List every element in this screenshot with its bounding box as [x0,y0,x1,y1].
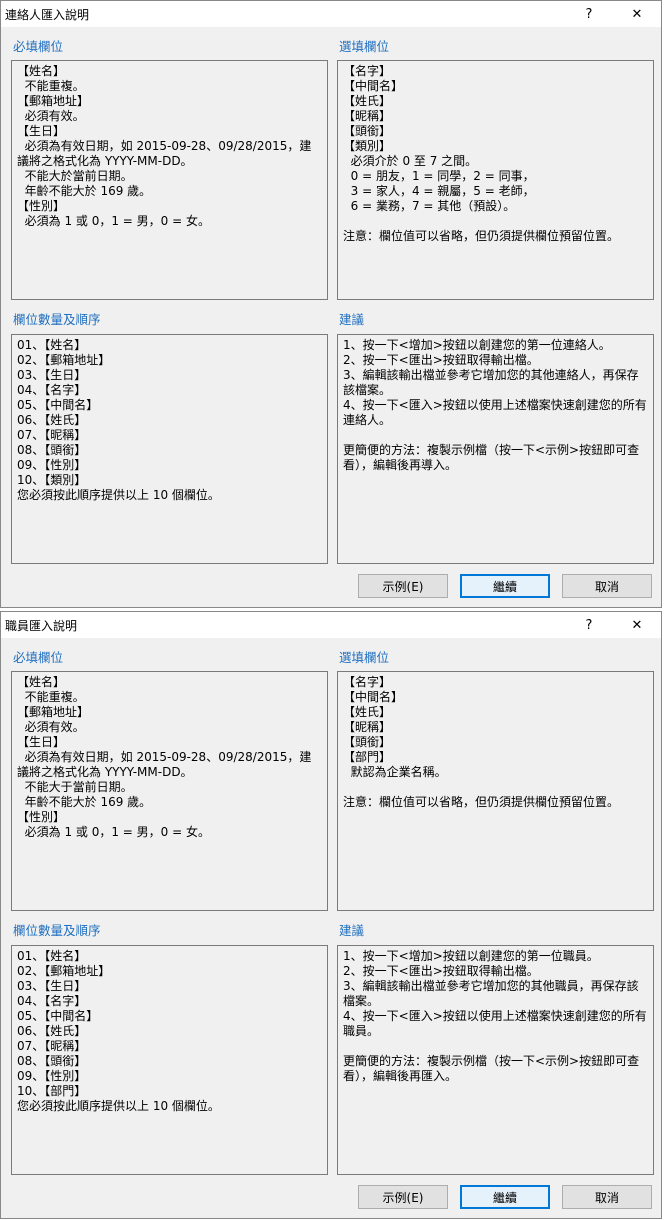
required-fields-heading: 必填欄位 [13,39,64,54]
title-bar: 連絡人匯入說明 ? ✕ [1,1,661,27]
close-icon[interactable]: ✕ [615,1,659,27]
example-button[interactable]: 示例(E) [358,574,448,598]
required-fields-textbox[interactable]: 【姓名】 不能重複。 【郵箱地址】 必須有效。 【生日】 必須為有效日期，如 2… [11,671,328,911]
field-order-heading: 欄位數量及順序 [13,923,101,938]
cancel-button[interactable]: 取消 [562,1185,652,1209]
help-button[interactable]: ? [567,612,611,638]
optional-fields-heading: 選填欄位 [339,39,390,54]
field-order-textbox[interactable]: 01、【姓名】 02、【郵箱地址】 03、【生日】 04、【名字】 05、【中間… [11,945,328,1175]
optional-fields-textbox[interactable]: 【名字】 【中間名】 【姓氏】 【昵稱】 【頭銜】 【類別】 必須介於 0 至 … [337,60,654,300]
continue-button[interactable]: 繼續 [460,574,550,598]
continue-button[interactable]: 繼續 [460,1185,550,1209]
cancel-button[interactable]: 取消 [562,574,652,598]
required-fields-heading: 必填欄位 [13,650,64,665]
dialog-title: 職員匯入說明 [5,619,78,633]
contacts-import-help-dialog: 連絡人匯入說明 ? ✕ 必填欄位 【姓名】 不能重複。 【郵箱地址】 必須有效。… [0,0,662,608]
optional-fields-heading: 選填欄位 [339,650,390,665]
optional-fields-textbox[interactable]: 【名字】 【中間名】 【姓氏】 【昵稱】 【頭銜】 【部門】 默認為企業名稱。 … [337,671,654,911]
staff-import-help-dialog: 職員匯入說明 ? ✕ 必填欄位 【姓名】 不能重複。 【郵箱地址】 必須有效。 … [0,611,662,1219]
close-icon[interactable]: ✕ [615,612,659,638]
dialog-title: 連絡人匯入說明 [5,8,90,22]
advice-heading: 建議 [339,312,365,327]
example-button[interactable]: 示例(E) [358,1185,448,1209]
field-order-heading: 欄位數量及順序 [13,312,101,327]
required-fields-textbox[interactable]: 【姓名】 不能重複。 【郵箱地址】 必須有效。 【生日】 必須為有效日期，如 2… [11,60,328,300]
title-bar: 職員匯入說明 ? ✕ [1,612,661,638]
field-order-textbox[interactable]: 01、【姓名】 02、【郵箱地址】 03、【生日】 04、【名字】 05、【中間… [11,334,328,564]
advice-textbox[interactable]: 1、按一下<增加>按鈕以創建您的第一位職員。 2、按一下<匯出>按鈕取得輸出檔。… [337,945,654,1175]
advice-heading: 建議 [339,923,365,938]
help-button[interactable]: ? [567,1,611,27]
advice-textbox[interactable]: 1、按一下<增加>按鈕以創建您的第一位連絡人。 2、按一下<匯出>按鈕取得輸出檔… [337,334,654,564]
